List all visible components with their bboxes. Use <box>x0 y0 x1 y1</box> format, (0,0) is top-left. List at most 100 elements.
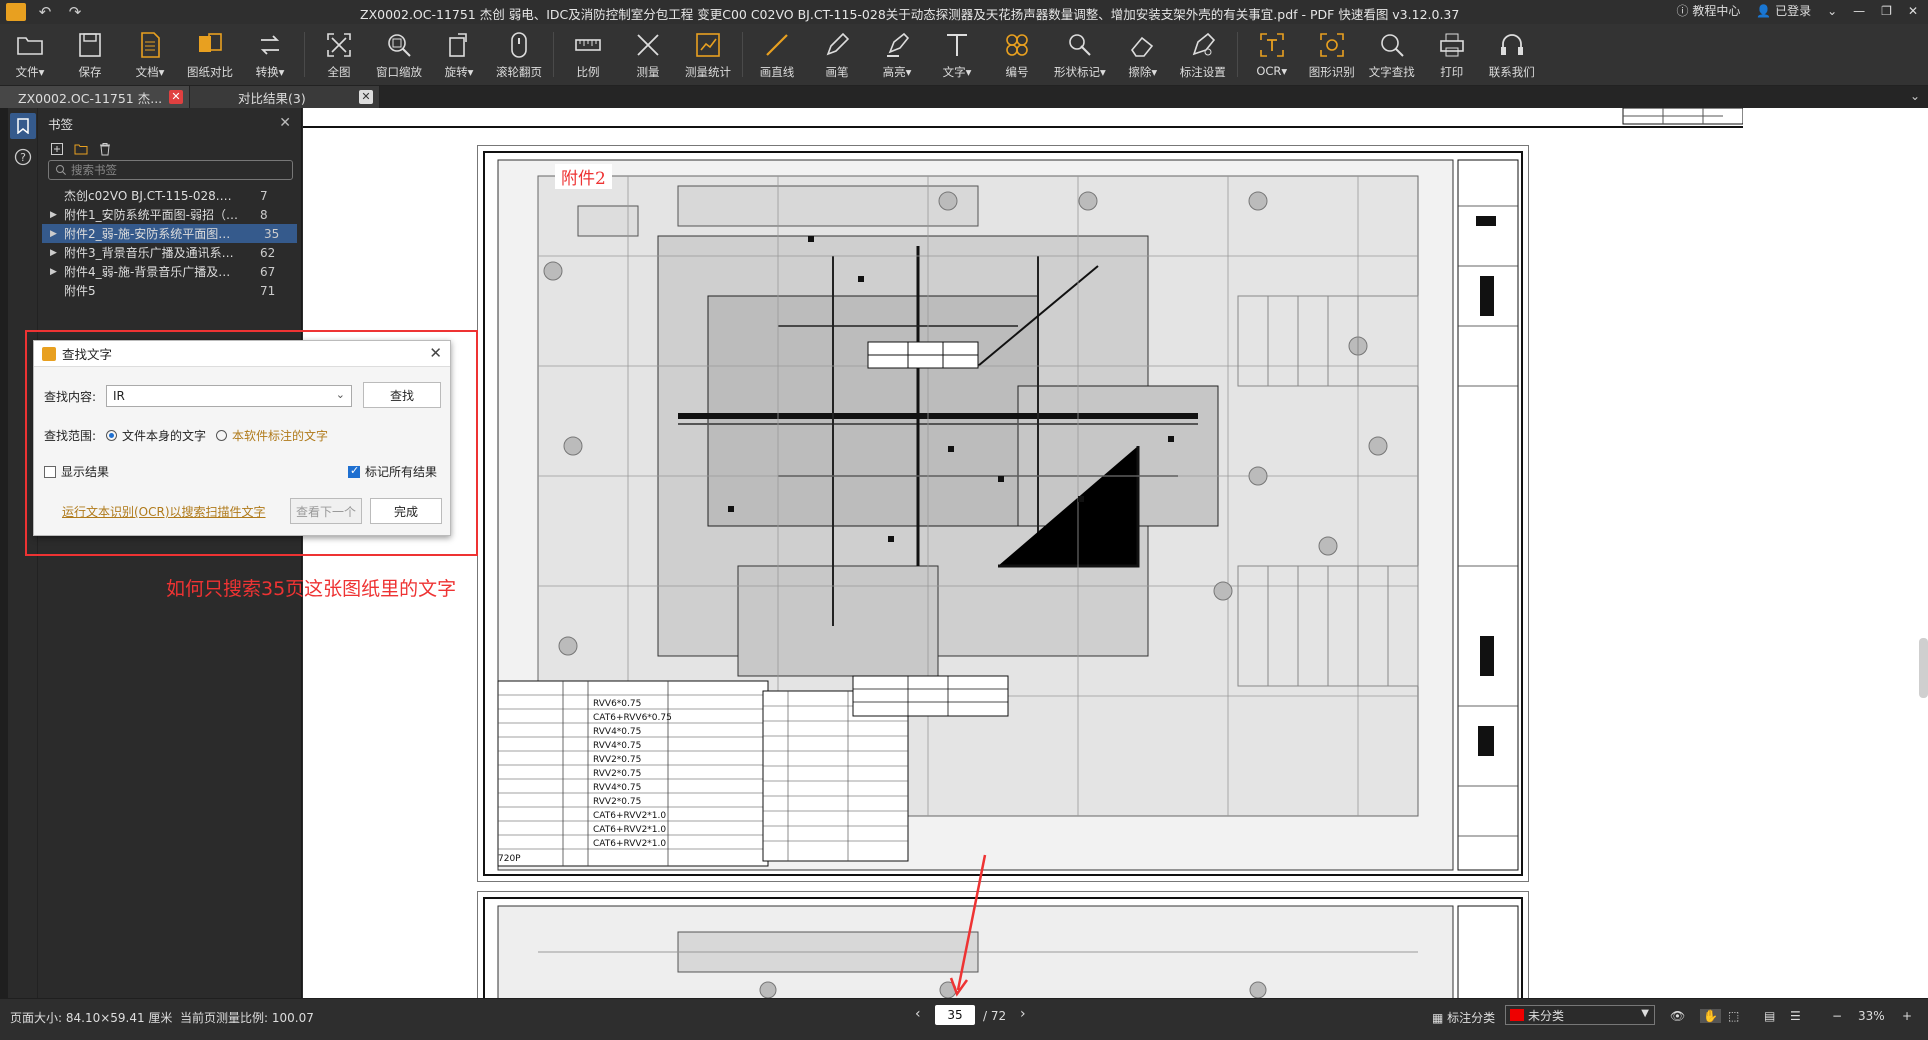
help-icon[interactable]: ? <box>10 144 36 170</box>
ocr-link[interactable]: 运行文本识别(OCR)以搜索扫描件文字 <box>62 503 266 520</box>
vertical-scrollbar-thumb[interactable] <box>1919 638 1928 698</box>
toolbar-save-button[interactable]: 保存 <box>67 24 113 85</box>
delete-bookmark-icon[interactable] <box>98 142 112 156</box>
menu-chevron-icon[interactable]: ⌄ <box>1827 4 1837 18</box>
annotation-category-label: ▦ 标注分类 <box>1432 1011 1496 1025</box>
close-tab-icon[interactable]: ✕ <box>359 90 373 104</box>
add-bookmark-icon[interactable] <box>50 142 64 156</box>
find-content-input[interactable]: IR ⌄ <box>106 385 352 407</box>
search-placeholder: 搜索书签 <box>71 163 117 177</box>
bookmark-label: 附件1_安防系统平面图-弱招（动... <box>64 208 238 222</box>
expand-arrow-icon[interactable]: ▶ <box>50 210 60 220</box>
toolbar-folder-button[interactable]: 文件▾ <box>7 24 53 85</box>
annotation-category-text: 标注分类 <box>1447 1011 1496 1025</box>
folder-bookmark-icon[interactable] <box>74 142 88 156</box>
show-results-checkbox[interactable] <box>44 465 56 478</box>
toolbar-shape-mark-button[interactable]: 形状标记▾ <box>1054 24 1106 85</box>
select-tool-icon[interactable]: ⬚ <box>1728 1009 1739 1023</box>
tab-list-chevron-icon[interactable]: ⌄ <box>1910 89 1920 103</box>
scale-icon <box>573 30 603 60</box>
undo-icon[interactable]: ↶ <box>34 3 56 21</box>
bookmark-item[interactable]: ▶ 附件1_安防系统平面图-弱招（动... 8 <box>38 205 301 224</box>
tab-document[interactable]: ZX0002.OC-11751 杰... ✕ <box>0 86 190 108</box>
eye-icon[interactable]: 👁 <box>1670 1009 1685 1023</box>
toolbar-print-button[interactable]: 打印 <box>1429 24 1475 85</box>
toolbar-label: 标注设置 <box>1179 65 1226 79</box>
scope-file-text-radio[interactable] <box>106 430 117 441</box>
toolbar-annotation-settings-button[interactable]: 标注设置 <box>1180 24 1226 85</box>
scope-file-text-label[interactable]: 文件本身的文字 <box>122 427 206 444</box>
chevron-down-icon[interactable]: ▼ <box>1641 1008 1649 1019</box>
show-results-label[interactable]: 显示结果 <box>61 463 109 480</box>
minimize-button[interactable]: — <box>1853 4 1865 18</box>
close-panel-icon[interactable]: ✕ <box>279 115 291 131</box>
toolbar-convert-button[interactable]: 转换▾ <box>247 24 293 85</box>
toolbar-numbering-button[interactable]: 编号 <box>994 24 1040 85</box>
bookmark-item[interactable]: ▶ 附件3_背景音乐广播及通讯系统... 62 <box>38 243 301 262</box>
close-dialog-icon[interactable]: ✕ <box>429 344 442 362</box>
bookmark-item[interactable]: 附件5 71 <box>38 281 301 300</box>
pen-icon <box>822 30 852 60</box>
done-button[interactable]: 完成 <box>370 498 442 524</box>
bookmark-search-input[interactable]: 搜索书签 <box>48 160 293 180</box>
toolbar-line-button[interactable]: 画直线 <box>754 24 800 85</box>
find-content-row: 查找内容: IR ⌄ <box>44 385 352 407</box>
bookmark-item[interactable]: ▶ 附件2_弱-施-安防系统平面图汇... 35 <box>42 224 297 243</box>
toolbar-headset-button[interactable]: 联系我们 <box>1489 24 1535 85</box>
toolbar-rotate-button[interactable]: 旋转▾ <box>436 24 482 85</box>
toolbar-document-button[interactable]: 文档▾ <box>127 24 173 85</box>
scope-annotation-radio[interactable] <box>216 430 228 441</box>
annotation-category-select[interactable]: 未分类 ▼ <box>1505 1005 1655 1025</box>
toolbar-compare-button[interactable]: 图纸对比 <box>187 24 233 85</box>
chevron-down-icon[interactable]: ⌄ <box>336 388 345 401</box>
restore-button[interactable]: ❐ <box>1881 4 1892 18</box>
expand-arrow-icon[interactable]: ▶ <box>50 248 60 258</box>
document-icon <box>135 30 165 60</box>
tutorial-link[interactable]: ⓘ 教程中心 <box>1676 2 1740 19</box>
toolbar-measure-button[interactable]: 测量 <box>625 24 671 85</box>
toolbar-text-button[interactable]: 文字▾ <box>934 24 980 85</box>
status-bar: 页面大小: 84.10×59.41 厘米 当前页测量比例: 100.07 ‹ 3… <box>0 998 1928 1040</box>
document-viewer[interactable]: RVV6*0.75 CAT6+RVV6*0.75 RVV4*0.75 RVV4*0.… <box>303 107 1928 1000</box>
zoom-level[interactable]: 33% <box>1858 1009 1885 1023</box>
expand-arrow-icon[interactable]: ▶ <box>50 229 60 239</box>
hand-tool-icon[interactable]: ✋ <box>1700 1009 1721 1023</box>
mark-all-checkbox[interactable] <box>348 464 360 478</box>
toolbar-label: 擦除▾ <box>1128 65 1158 79</box>
login-status[interactable]: 👤 已登录 <box>1756 2 1811 19</box>
toolbar-eraser-button[interactable]: 擦除▾ <box>1120 24 1166 85</box>
close-button[interactable]: ✕ <box>1908 4 1918 18</box>
find-button[interactable]: 查找 <box>363 382 441 408</box>
redo-icon[interactable]: ↷ <box>64 3 86 21</box>
zoom-in-icon[interactable]: + <box>1902 1009 1912 1023</box>
toolbar-measure-stats-button[interactable]: 测量统计 <box>685 24 731 85</box>
bookmark-icon[interactable] <box>10 113 36 139</box>
next-page-icon[interactable]: › <box>1020 1006 1026 1022</box>
tab-bar: ZX0002.OC-11751 杰... ✕ 对比结果(3) ✕ ⌄ <box>0 86 1928 108</box>
toolbar-fit-all-button[interactable]: 全图 <box>316 24 362 85</box>
toolbar-ocr-button[interactable]: OCR▾ <box>1249 24 1295 85</box>
prev-page-icon[interactable]: ‹ <box>915 1006 921 1022</box>
close-tab-icon[interactable]: ✕ <box>169 90 183 104</box>
tab-compare-results[interactable]: 对比结果(3) ✕ <box>190 86 380 108</box>
page-number-input[interactable]: 35 <box>935 1005 975 1025</box>
toolbar-zoom-window-button[interactable]: 窗口缩放 <box>376 24 422 85</box>
single-page-icon[interactable]: ▤ <box>1764 1009 1775 1023</box>
scope-annotation-label[interactable]: 本软件标注的文字 <box>232 427 328 444</box>
mark-all-label[interactable]: 标记所有结果 <box>365 463 437 480</box>
toolbar-text-search-button[interactable]: 文字查找 <box>1369 24 1415 85</box>
toolbar-highlight-button[interactable]: 高亮▾ <box>874 24 920 85</box>
continuous-page-icon[interactable]: ☰ <box>1790 1009 1801 1023</box>
drawing-page-35[interactable]: RVV6*0.75 CAT6+RVV6*0.75 RVV4*0.75 RVV4*0.… <box>477 145 1529 882</box>
toolbar-shape-recognition-button[interactable]: 图形识别 <box>1309 24 1355 85</box>
zoom-out-icon[interactable]: − <box>1832 1009 1842 1023</box>
toolbar-mouse-scroll-button[interactable]: 滚轮翻页 <box>496 24 542 85</box>
bookmark-item[interactable]: 杰创c02VO BJ.CT-115-028.xlsx 7 <box>38 186 301 205</box>
toolbar-scale-button[interactable]: 比例 <box>565 24 611 85</box>
toolbar-label: OCR▾ <box>1256 64 1288 78</box>
toolbar-label: 文件▾ <box>15 65 45 79</box>
find-next-button[interactable]: 查看下一个 <box>290 498 362 524</box>
toolbar-pen-button[interactable]: 画笔 <box>814 24 860 85</box>
expand-arrow-icon[interactable]: ▶ <box>50 267 60 277</box>
bookmark-item[interactable]: ▶ 附件4_弱-施-背景音乐广播及通... 67 <box>38 262 301 281</box>
